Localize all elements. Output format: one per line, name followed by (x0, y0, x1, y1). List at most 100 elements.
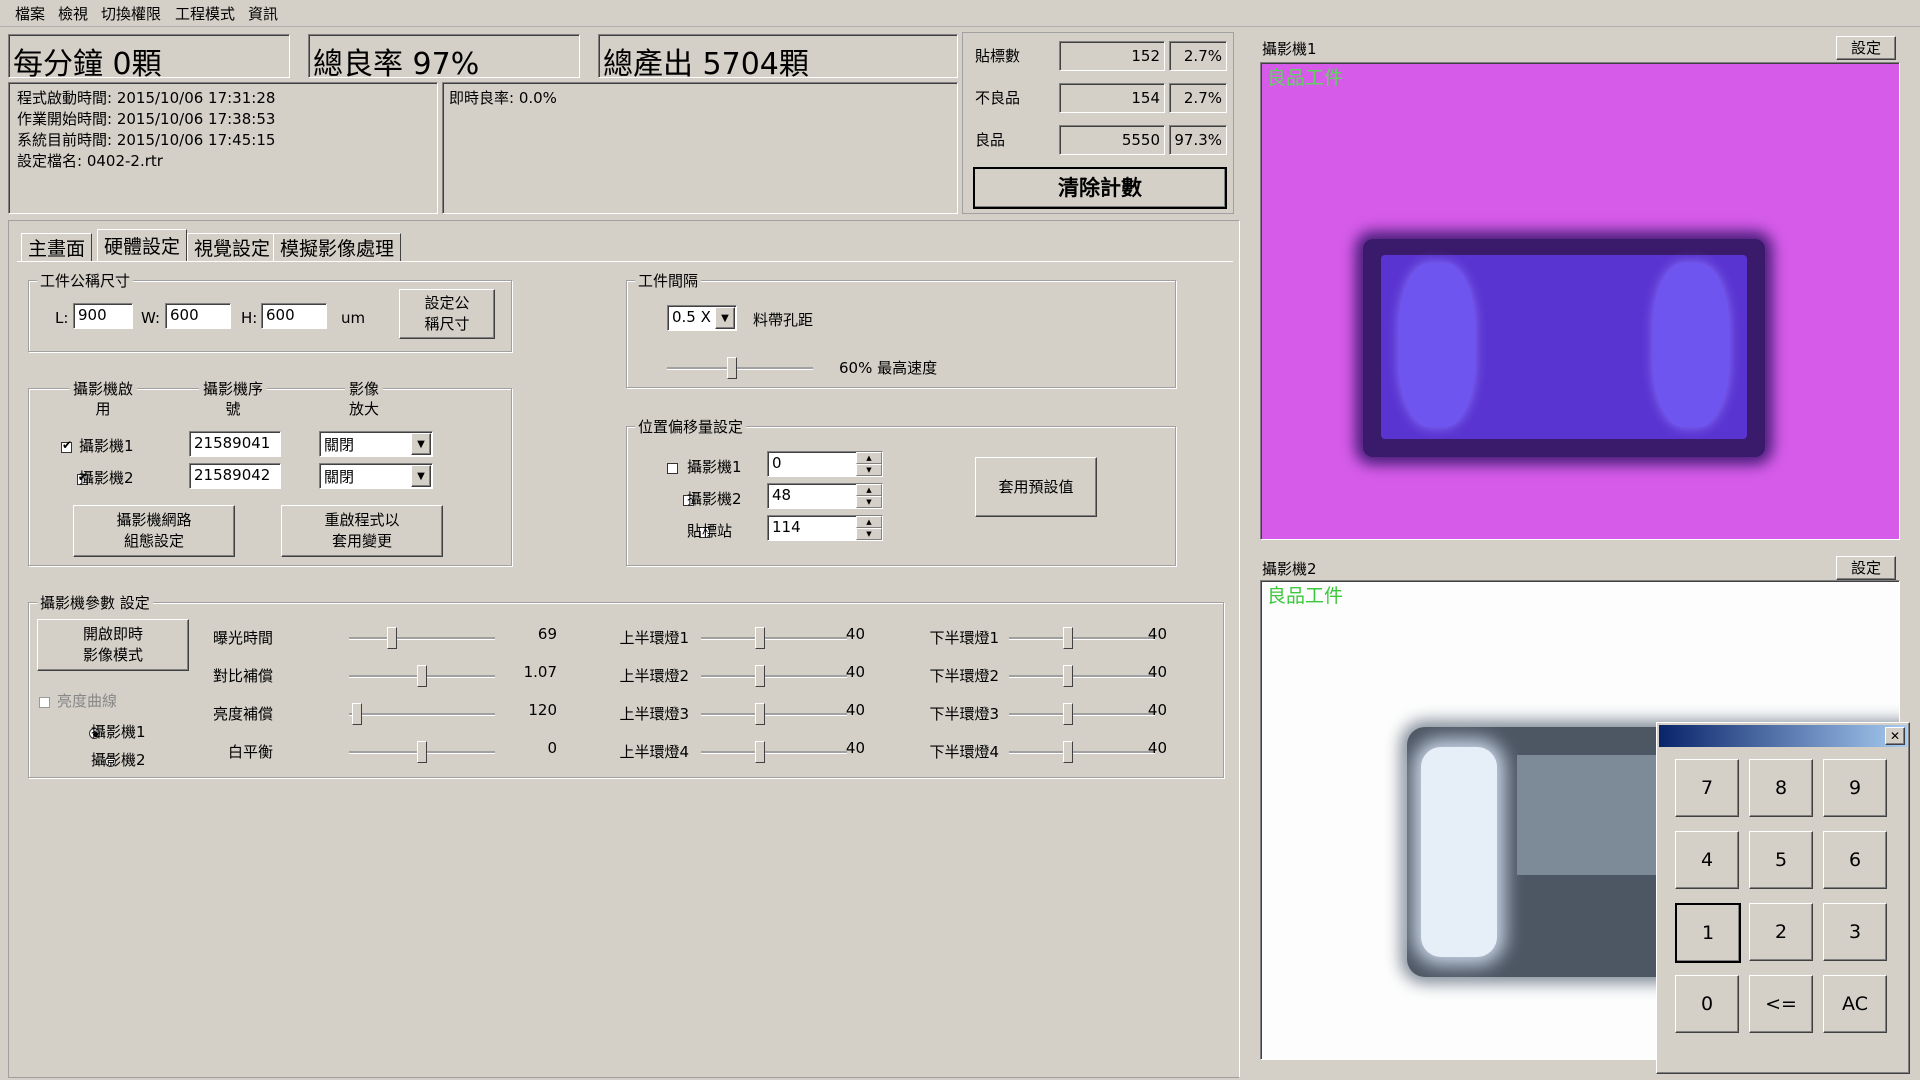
menu-info[interactable]: 資訊 (248, 3, 278, 24)
keypad-key-5[interactable]: 5 (1749, 831, 1813, 889)
camera2-zoom-select[interactable]: 關閉 ▼ (319, 463, 433, 489)
keypad-key-4[interactable]: 4 (1675, 831, 1739, 889)
param-4-slider-thumb[interactable] (417, 741, 427, 763)
tab-main[interactable]: 主畫面 (21, 233, 93, 261)
camera1-settings-button[interactable]: 設定 (1836, 36, 1896, 60)
apply-default-button[interactable]: 套用預設值 (975, 457, 1097, 517)
lower-ring-light-4-slider-track[interactable] (1009, 751, 1155, 754)
keypad-key-6[interactable]: 6 (1823, 831, 1887, 889)
brightness-curve-label: 亮度曲線 (57, 692, 118, 710)
camera1-view: 良品工件 (1260, 62, 1900, 540)
upper-ring-light-3-label: 上半環燈3 (619, 705, 689, 723)
upper-ring-light-2-slider-thumb[interactable] (755, 665, 766, 687)
job-start-time: 作業開始時間: 2015/10/06 17:38:53 (17, 110, 276, 128)
upper-ring-light-4-slider-thumb[interactable] (755, 741, 766, 763)
pitch-value: 0.5 X (672, 308, 711, 326)
keypad-key-2[interactable]: 2 (1749, 903, 1813, 961)
width-input[interactable]: 600 (165, 303, 231, 329)
camera1-serial-input[interactable]: 21589041 (189, 431, 281, 457)
camera1-overlay-text: 良品工件 (1267, 67, 1344, 89)
tab-vision-settings[interactable]: 視覺設定 (187, 233, 278, 261)
per-minute-panel: 每分鐘 0顆 (8, 34, 290, 82)
stat-count-good: 5550 (1059, 125, 1165, 155)
keypad-key-ac[interactable]: AC (1823, 975, 1887, 1033)
lower-ring-light-2-slider-thumb[interactable] (1063, 665, 1074, 687)
param-3-slider-thumb[interactable] (351, 703, 362, 725)
camera2-serial-input[interactable]: 21589042 (189, 463, 281, 489)
keypad-close-button[interactable]: ✕ (1885, 727, 1905, 745)
stat-label-defective: 不良品 (975, 89, 1021, 107)
keypad-title-bar[interactable]: ✕ (1659, 725, 1907, 747)
offset-camera1-input[interactable]: 0 ▲ ▼ (767, 451, 883, 477)
upper-ring-light-1-value: 40 (845, 625, 865, 643)
speed-slider-track[interactable] (667, 367, 813, 370)
upper-ring-light-2-slider-track[interactable] (701, 675, 847, 678)
offset-camera1-checkbox[interactable] (667, 463, 678, 474)
menu-switch-permission[interactable]: 切換權限 (101, 3, 161, 24)
camera-network-config-button[interactable]: 攝影機網路 組態設定 (73, 505, 235, 557)
config-file-name: 設定檔名: 0402-2.rtr (17, 152, 163, 170)
brightness-curve-checkbox[interactable] (39, 697, 50, 708)
camera1-component-image (1363, 239, 1765, 457)
lower-ring-light-2-slider-track[interactable] (1009, 675, 1155, 678)
spin-up-icon[interactable]: ▲ (856, 516, 882, 528)
upper-ring-light-3-slider-thumb[interactable] (755, 703, 766, 725)
offset-label-station-label: 貼標站 (687, 522, 733, 540)
tab-hardware-settings[interactable]: 硬體設定 (97, 229, 188, 261)
offset-label-station-input[interactable]: 114 ▲ ▼ (767, 515, 883, 541)
speed-slider-thumb[interactable] (727, 357, 737, 379)
offset-camera2-input[interactable]: 48 ▲ ▼ (767, 483, 883, 509)
param-1-value: 69 (537, 625, 557, 643)
upper-ring-light-1-slider-track[interactable] (701, 637, 847, 640)
lower-ring-light-3-slider-track[interactable] (1009, 713, 1155, 716)
speed-label: 60% 最高速度 (839, 359, 938, 377)
menu-engineering-mode[interactable]: 工程模式 (175, 3, 235, 24)
pitch-select[interactable]: 0.5 X ▼ (667, 305, 737, 331)
live-image-mode-button[interactable]: 開啟即時 影像模式 (37, 619, 189, 671)
param-2-slider-thumb[interactable] (417, 665, 427, 687)
keypad-key-9[interactable]: 9 (1823, 759, 1887, 817)
restart-apply-button[interactable]: 重啟程式以 套用變更 (281, 505, 443, 557)
menu-view[interactable]: 檢視 (58, 3, 88, 24)
length-input[interactable]: 900 (73, 303, 133, 329)
param-1-slider-track[interactable] (349, 637, 495, 640)
chevron-down-icon[interactable]: ▼ (411, 433, 431, 455)
spin-down-icon[interactable]: ▼ (856, 528, 882, 540)
position-offset-title: 位置偏移量設定 (635, 416, 747, 437)
camera1-enable-checkbox[interactable] (61, 438, 72, 453)
height-input[interactable]: 600 (261, 303, 327, 329)
upper-ring-light-3-slider-track[interactable] (701, 713, 847, 716)
total-output-panel: 總產出 5704顆 (598, 34, 958, 82)
keypad-key-8[interactable]: 8 (1749, 759, 1813, 817)
camera2-settings-button[interactable]: 設定 (1836, 556, 1896, 580)
spin-down-icon[interactable]: ▼ (856, 464, 882, 476)
camera1-view-title: 攝影機1 (1262, 40, 1317, 58)
clear-count-button[interactable]: 清除計數 (973, 167, 1227, 209)
lower-ring-light-1-slider-track[interactable] (1009, 637, 1155, 640)
lower-ring-light-1-slider-thumb[interactable] (1063, 627, 1074, 649)
menu-file[interactable]: 檔案 (15, 3, 45, 24)
param-1-slider-thumb[interactable] (387, 627, 398, 649)
keypad-key-3[interactable]: 3 (1823, 903, 1887, 961)
keypad-key-backspace[interactable]: <= (1749, 975, 1813, 1033)
spin-down-icon[interactable]: ▼ (856, 496, 882, 508)
keypad-key-1[interactable]: 1 (1675, 903, 1741, 963)
curve-camera2-label: 攝影機2 (91, 751, 146, 769)
tab-simulated-image[interactable]: 模擬影像處理 (273, 233, 402, 261)
chevron-down-icon[interactable]: ▼ (715, 307, 735, 329)
set-nominal-size-button[interactable]: 設定公 稱尺寸 (399, 289, 495, 339)
chevron-down-icon[interactable]: ▼ (411, 465, 431, 487)
spin-up-icon[interactable]: ▲ (856, 452, 882, 464)
upper-ring-light-4-slider-track[interactable] (701, 751, 847, 754)
param-3-slider-track[interactable] (349, 713, 495, 716)
spin-up-icon[interactable]: ▲ (856, 484, 882, 496)
nominal-size-group: 工件公稱尺寸 L: 900 W: 600 H: 600 um 設定公 稱尺寸 (28, 270, 512, 352)
lower-ring-light-4-slider-thumb[interactable] (1063, 741, 1074, 763)
keypad-key-0[interactable]: 0 (1675, 975, 1739, 1033)
param-1-label: 曝光時間 (212, 629, 273, 647)
upper-ring-light-1-slider-thumb[interactable] (755, 627, 766, 649)
lower-ring-light-3-slider-thumb[interactable] (1063, 703, 1074, 725)
camera1-zoom-select[interactable]: 關閉 ▼ (319, 431, 433, 457)
offset-camera2-value: 48 (772, 486, 792, 504)
keypad-key-7[interactable]: 7 (1675, 759, 1739, 817)
